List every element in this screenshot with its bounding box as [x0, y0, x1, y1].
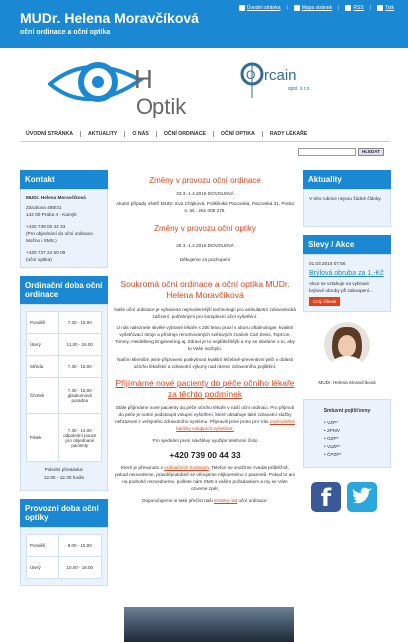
accept-heading[interactable]: Přijímáme nové pacienty do péče očního l… [114, 378, 296, 400]
optik-word-rest: ptik [152, 94, 187, 118]
left-column: Kontakt MUDr. Helena Moravčíková Zárubov… [20, 170, 108, 586]
home-link[interactable]: Úvodní stránka [238, 5, 281, 11]
kontakt-line: 142 00 Praha 4 - Kamýk [26, 212, 77, 217]
list-item: • ČPZP* [324, 452, 342, 457]
site-title[interactable]: MUDr. Helena Moravčíková [20, 10, 199, 26]
facebook-icon[interactable]: f [311, 482, 341, 512]
list-item: • VoZP* [324, 444, 341, 449]
logo-band: H O ptik O rcain spol. s r.o. [20, 48, 390, 128]
advice-link[interactable]: stránky rad [214, 498, 237, 503]
orcain-sub: spol. s r.o. [288, 86, 311, 92]
table-row: Středa 7.30 - 15.00 [26, 355, 102, 378]
list-item: • ZPMV [324, 428, 340, 433]
search-button[interactable]: HLEDAT [358, 148, 384, 156]
orcain-letter-o: O [246, 68, 255, 82]
search: HLEDAT [298, 148, 384, 156]
ordinace-table: Pondělí 7.30 - 15.00 Úterý 11.00 - 18.00 S… [26, 311, 102, 462]
kontakt-line: (oční optika) [26, 257, 52, 262]
slevy-box: 01.03.2016 07:56 Brýlová obruba za 1,-Kč… [303, 254, 391, 312]
top-links: Úvodní stránka | Mapa stránek | RSS | Ti… [238, 5, 394, 11]
kontakt-box: MUDr. Helena Moravčíková Zárubova 498/31… [20, 189, 108, 268]
right-column: Aktuality V této rubrice nejsou žádné čl… [303, 170, 391, 512]
twitter-icon[interactable] [347, 482, 377, 512]
orcain-word: rcain [264, 67, 297, 84]
kontakt-phone-optika[interactable]: +420 737 24 50 09 [26, 249, 102, 256]
ordinace-heading: Ordinační doba oční ordinace [20, 276, 108, 304]
doctor-caption: MUDr. Helena Moravčíková [318, 380, 376, 385]
table-row: Úterý 11.00 - 18.00 [26, 333, 102, 356]
site-subtitle: oční ordinace a oční optika [20, 29, 111, 36]
intro-paragraph: Naším klientům jsme připraveni poskytnou… [117, 357, 293, 369]
accept-paragraph: Stále přijímáme nové pacienty do péče oč… [114, 405, 296, 431]
table-row: Pondělí 8.00 - 15.00 [26, 534, 102, 557]
doctor-photo [324, 322, 370, 368]
rss-icon [345, 5, 352, 11]
nav-home[interactable]: ÚVODNÍ STRÁNKA [20, 131, 81, 137]
kontakt-line: Zárubova 498/31 [26, 205, 62, 210]
aktuality-box: V této rubrice nejsou žádné články. [303, 189, 391, 227]
nav-divider [20, 141, 390, 142]
search-input[interactable] [298, 148, 356, 156]
intro-paragraph: U nás naleznete skvělé vybrané lékaře s … [115, 325, 295, 351]
ordinace-photo [124, 607, 294, 642]
news-title-optika[interactable]: Změny v provozu oční optiky [114, 224, 296, 233]
news-date: 23.3.-1.4.2016 DOVOLENÁ [176, 191, 234, 196]
phone-paragraph: Které je přesunuto v ordinačních hodinác… [115, 465, 295, 491]
ordinace-hours: Pondělí 7.30 - 15.00 Úterý 11.00 - 18.00 S… [20, 304, 108, 491]
slevy-title[interactable]: Brýlová obruba za 1,-Kč [309, 269, 385, 278]
table-row: Pátek 7.30 - 14.00 odpolední pouze pro ob… [26, 413, 102, 462]
hours-link[interactable]: ordinačních hodinách [164, 465, 209, 470]
site-header: MUDr. Helena Moravčíková oční ordinace a… [0, 0, 408, 48]
print-icon [377, 5, 384, 11]
news-text: Děkujeme za pochopení [179, 257, 231, 262]
social-links: f [303, 482, 391, 512]
sitemap-icon [293, 5, 300, 11]
slevy-text: Akce se vztahuje na vybrané brýlové obru… [309, 281, 374, 293]
news-text: Akutní případy ošetří MUDr. Eva Chlpková… [116, 201, 294, 213]
orcain-logo[interactable]: O rcain spol. s r.o. [240, 52, 330, 102]
kontakt-phone-ordinace[interactable]: +420 739 00 44 33 [26, 223, 102, 230]
optika-table: Pondělí 8.00 - 15.00 Úterý 10.00 - 18.00 [26, 534, 102, 579]
advice-paragraph: Doporučujeme si také přečíst naši stránk… [142, 498, 268, 503]
nav-ocni-optika[interactable]: OČNÍ OPTIKA [214, 131, 263, 137]
list-item: • OZP* [324, 436, 339, 441]
kontakt-name: MUDr. Helena Moravčíková [26, 195, 86, 200]
visit-paragraph: Pro sjednání první návštěvy využijte tel… [152, 438, 258, 443]
optik-letter-o: O [136, 94, 153, 118]
news-date: 29.3.-1.4.2016 DOVOLENÁ [176, 243, 234, 248]
news-title-ordinace[interactable]: Změny v provozu oční ordinace [114, 176, 296, 185]
kontakt-line: (Pro objednání do oční ordinace. Možno i… [26, 231, 95, 243]
sitemap-link[interactable]: Mapa stránek [293, 5, 332, 11]
home-icon [238, 5, 245, 11]
optik-letter-h: H [134, 64, 153, 94]
phone-number[interactable]: +420 739 00 44 33 [114, 450, 296, 460]
rss-link[interactable]: RSS [345, 5, 364, 11]
intro-paragraph: Naše oční ordinace je vybavena nejmodern… [114, 307, 296, 319]
nav-aktuality[interactable]: AKTUALITY [81, 131, 126, 137]
main-content: Změny v provozu oční ordinace 23.3.-1.4.… [114, 170, 296, 504]
main-nav: ÚVODNÍ STRÁNKA AKTUALITY O NÁS OČNÍ ORDI… [20, 129, 390, 139]
insurers-box: Smluvní pojišťovny • VZP* • ZPMV • OZP* … [303, 399, 391, 468]
nav-ocni-ordinace[interactable]: OČNÍ ORDINACE [157, 131, 214, 137]
table-row: Pondělí 7.30 - 15.00 [26, 311, 102, 334]
table-row: Úterý 10.00 - 18.00 [26, 556, 102, 579]
optika-heading: Provozní doba oční optiky [20, 499, 108, 527]
read-more-button[interactable]: Celý článek [309, 297, 341, 306]
slevy-date: 01.03.2016 07:56 [309, 261, 346, 266]
slevy-heading: Slevy / Akce [303, 235, 391, 254]
kontakt-heading: Kontakt [20, 170, 108, 189]
print-link[interactable]: Tisk [377, 5, 394, 11]
nav-rady-lekare[interactable]: RADY LÉKAŘE [263, 131, 314, 137]
list-item: • VZP* [324, 420, 338, 425]
nav-o-nas[interactable]: O NÁS [125, 131, 157, 137]
insurers-heading: Smluvní pojišťovny [323, 408, 371, 414]
main-heading: Soukromá oční ordinace a oční optika MUD… [120, 279, 290, 300]
optika-hours: Pondělí 8.00 - 15.00 Úterý 10.00 - 18.00 [20, 527, 108, 586]
aktuality-heading: Aktuality [303, 170, 391, 189]
optik-logo[interactable]: H O ptik [48, 54, 228, 118]
lunch-break: Polední přestávka: 12.00 - 12.30 hodin [43, 467, 85, 480]
table-row: Čtvrtek 7.30 - 15.00 glaukomová poradna [26, 377, 102, 414]
